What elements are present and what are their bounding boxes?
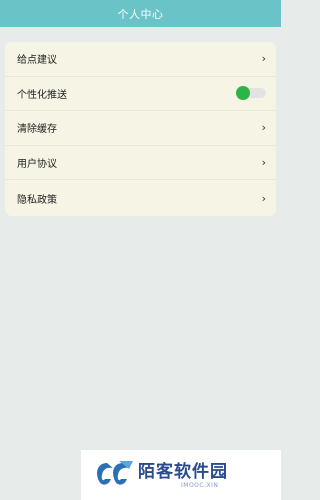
chevron-right-icon: › [261, 121, 266, 135]
watermark-name: 陌客软件园 [138, 462, 228, 482]
settings-item-label: 给点建议 [17, 55, 57, 67]
app-screen: 个人中心 给点建议 › 个性化推送 清除缓存 › 用户协议 › 隐私政策 › 陌… [0, 0, 281, 500]
chevron-right-icon: › [261, 191, 266, 205]
personalized-push-toggle[interactable] [236, 86, 266, 101]
watermark-domain: IMOOC.XIN [181, 482, 219, 489]
page-title: 个人中心 [117, 7, 164, 21]
toggle-knob [236, 86, 250, 101]
settings-item-label: 个性化推送 [17, 89, 67, 101]
chevron-right-icon: › [261, 155, 266, 169]
watermark-logo-icon [97, 461, 133, 485]
settings-item-privacy-policy[interactable]: 隐私政策 › [5, 180, 276, 216]
settings-item-label: 清除缓存 [17, 124, 57, 136]
top-bar: 个人中心 [0, 0, 281, 27]
chevron-right-icon: › [261, 52, 266, 66]
settings-item-label: 用户协议 [17, 158, 57, 170]
settings-item-clear-cache[interactable]: 清除缓存 › [5, 111, 276, 146]
settings-item-personalized-push: 个性化推送 [5, 77, 276, 111]
settings-card: 给点建议 › 个性化推送 清除缓存 › 用户协议 › 隐私政策 › [5, 42, 276, 216]
settings-item-label: 隐私政策 [17, 194, 57, 206]
settings-item-feedback[interactable]: 给点建议 › [5, 42, 276, 77]
settings-item-user-agreement[interactable]: 用户协议 › [5, 146, 276, 180]
watermark: 陌客软件园 IMOOC.XIN [81, 450, 281, 500]
